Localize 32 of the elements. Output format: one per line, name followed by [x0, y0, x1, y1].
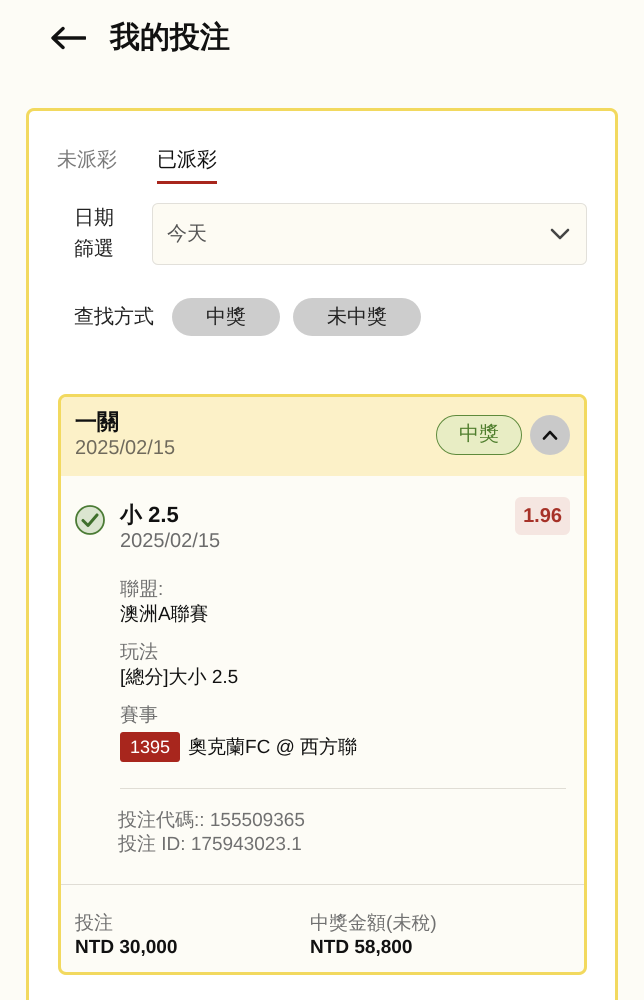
detail-label: 聯盟: — [120, 578, 164, 602]
payout-label: 中獎金額(未稅) — [310, 912, 438, 936]
chevron-up-icon — [542, 430, 558, 440]
detail-value: 澳洲A聯賽 — [120, 603, 210, 627]
status-tab[interactable]: 已派彩 — [157, 148, 217, 184]
date-filter-label: 日期篩選 — [74, 206, 114, 262]
match-number-tag: 1395 — [120, 732, 180, 762]
bet-code-text: 投注代碼:: 155509365 — [118, 809, 306, 833]
page-title: 我的投注 — [110, 20, 230, 56]
status-tab[interactable]: 未派彩 — [57, 148, 117, 184]
bet-type-title: 一關 — [75, 409, 120, 435]
filter-chip[interactable]: 中獎 — [172, 298, 280, 336]
odds-tag: 1.96 — [515, 497, 570, 535]
selection-date: 2025/02/15 — [120, 529, 222, 554]
collapse-button[interactable] — [530, 415, 570, 455]
arrow-left-icon — [50, 26, 86, 50]
payout-amount: NTD 58,800 — [310, 936, 414, 960]
match-name: 奧克蘭FC @ 西方聯 — [188, 736, 358, 760]
search-mode-label: 查找方式 — [74, 305, 154, 329]
bet-date: 2025/02/15 — [75, 436, 176, 461]
stake-label: 投注 — [75, 912, 114, 936]
filter-chip[interactable]: 未中獎 — [293, 298, 421, 336]
back-button[interactable] — [50, 26, 86, 50]
selection-title: 小 2.5 — [120, 502, 180, 528]
bet-code-text: 投注 ID: 175943023.1 — [118, 833, 303, 857]
detail-label: 玩法 — [120, 641, 159, 665]
stake-amount: NTD 30,000 — [75, 936, 178, 960]
result-tag: 中獎 — [436, 415, 522, 455]
detail-value: [總分]大小 2.5 — [120, 666, 240, 690]
date-select[interactable]: 今天 — [152, 203, 587, 265]
chevron-down-icon — [550, 228, 570, 240]
detail-label: 賽事 — [120, 704, 159, 728]
